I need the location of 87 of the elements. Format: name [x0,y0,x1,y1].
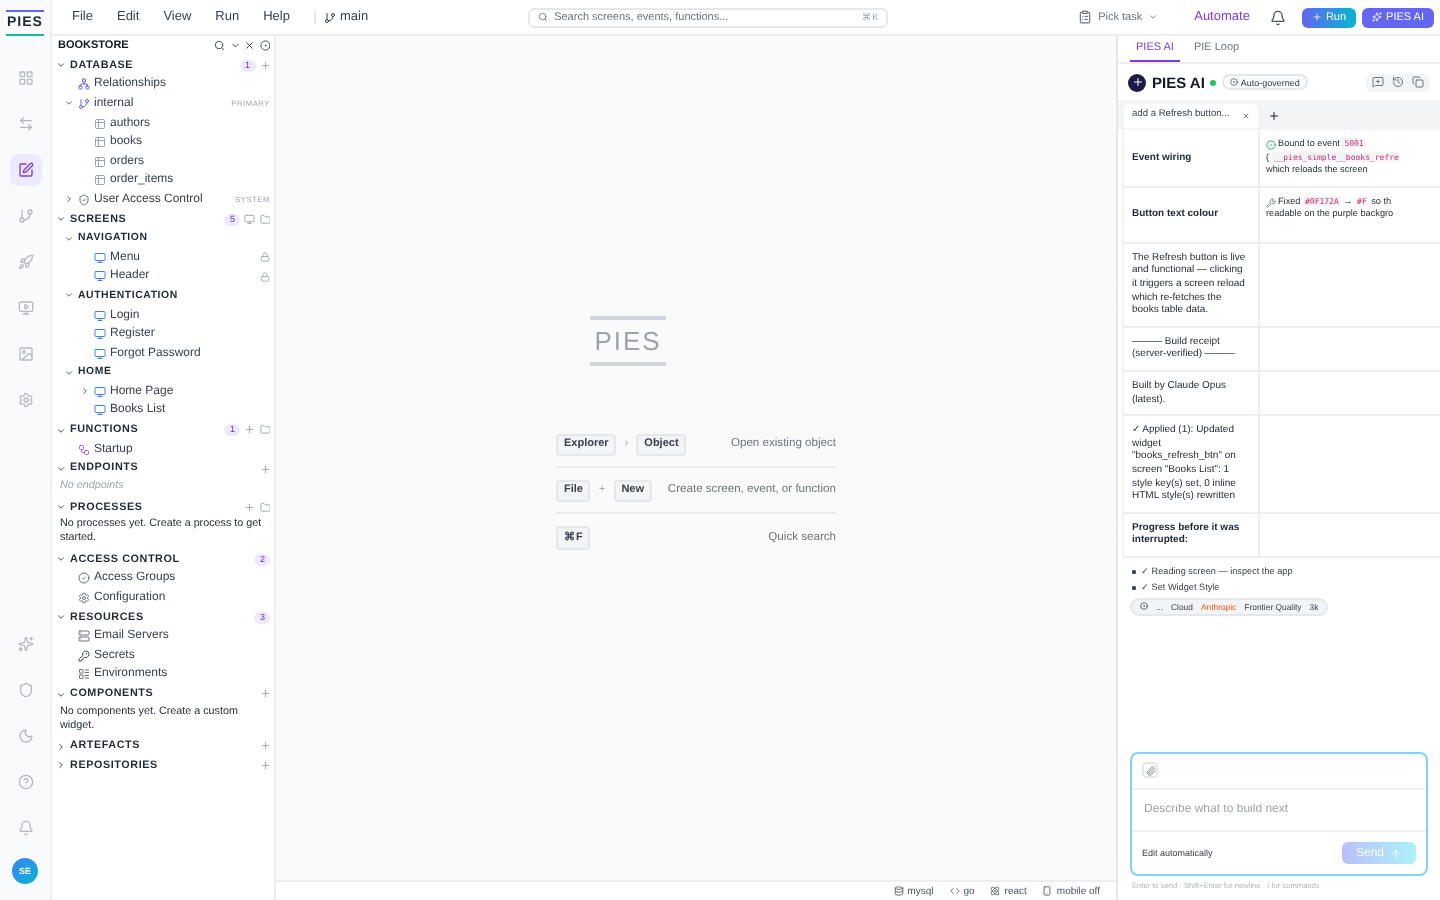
function-icon [78,443,90,456]
arrows-icon [17,116,33,132]
sparkle-icon[interactable] [17,636,33,652]
search-icon [538,12,549,22]
screen-icon [94,328,106,341]
folder-icon[interactable] [259,501,270,513]
list-icon [78,668,90,681]
relations-icon [78,78,90,91]
chevron-icon[interactable] [80,386,90,397]
chevron-icon[interactable] [64,98,74,109]
message-icon[interactable] [1372,76,1384,88]
wrench-icon [1266,197,1276,208]
help-icon[interactable] [17,774,33,790]
check-icon [1266,139,1276,150]
chevron-icon[interactable] [56,425,66,436]
screen-icon [94,385,106,398]
new-chat-button[interactable] [1128,73,1146,91]
chevron-icon[interactable] [56,463,66,474]
expand-icon [229,40,240,52]
atom-icon [990,886,1001,896]
screen-icon [94,404,106,417]
chevron-icon[interactable] [56,612,66,623]
add-icon[interactable] [259,463,270,475]
key-icon [78,649,90,662]
chevron-icon[interactable] [64,194,74,205]
folder-icon[interactable] [259,424,270,436]
screen-icon [94,347,106,360]
add-icon[interactable] [244,501,255,513]
image-icon [17,346,33,362]
paperclip-icon [1145,765,1155,775]
screen-icon[interactable] [244,213,255,225]
folder-icon[interactable] [259,213,270,225]
sparkle-icon [1372,12,1383,22]
attach-button[interactable] [1142,762,1158,778]
play-icon [17,300,33,316]
add-icon[interactable] [1267,109,1280,121]
edit-icon [17,162,33,178]
plus-icon [1131,76,1143,88]
chevron-icon[interactable] [56,60,66,71]
rocket-icon [17,254,33,270]
branch-icon [78,97,90,110]
chevron-icon[interactable] [64,233,74,244]
chevron-icon[interactable] [64,367,74,378]
code-icon [949,886,960,896]
chevron-icon[interactable] [56,214,66,225]
add-icon[interactable] [259,740,270,752]
server-icon [78,630,90,643]
bell-icon[interactable] [1269,9,1286,25]
history-icon[interactable] [1392,76,1404,88]
table-icon [94,174,106,187]
add-icon[interactable] [244,424,255,436]
circle-icon [1140,602,1148,611]
chevron-icon[interactable] [56,502,66,513]
table-icon [94,136,106,149]
caret-icon [1148,12,1159,22]
add-icon[interactable] [259,760,270,772]
table-icon [94,117,106,130]
shield-icon [78,193,90,206]
moon-icon[interactable] [17,728,33,744]
chevron-icon[interactable] [64,290,74,301]
rail-button[interactable] [9,154,41,186]
circle-icon [1230,78,1239,86]
table-icon [94,155,106,168]
copy-icon[interactable] [1412,76,1424,88]
chevron-icon[interactable] [56,760,66,771]
chevron-icon[interactable] [56,554,66,565]
watermark-logo: PIES [590,316,666,366]
plus-icon [1311,12,1322,22]
screen-icon [94,309,106,322]
branch-icon [17,208,33,224]
add-icon[interactable] [259,60,270,72]
check-circle-icon [78,572,90,585]
add-icon[interactable] [259,688,270,700]
branch-icon [323,11,336,23]
chevron-icon[interactable] [56,689,66,699]
settings-icon [17,392,33,408]
screen-icon [94,251,106,264]
phone-icon [1042,886,1053,896]
database-icon [893,886,904,896]
shield-icon[interactable] [17,682,33,698]
screen-icon [94,270,106,283]
chevron-icon[interactable] [56,741,66,752]
grid-icon [17,70,33,86]
clipboard-icon [1078,10,1093,24]
search-icon [214,40,225,52]
arrow-up-icon [1390,847,1402,859]
settings-icon [78,592,90,605]
